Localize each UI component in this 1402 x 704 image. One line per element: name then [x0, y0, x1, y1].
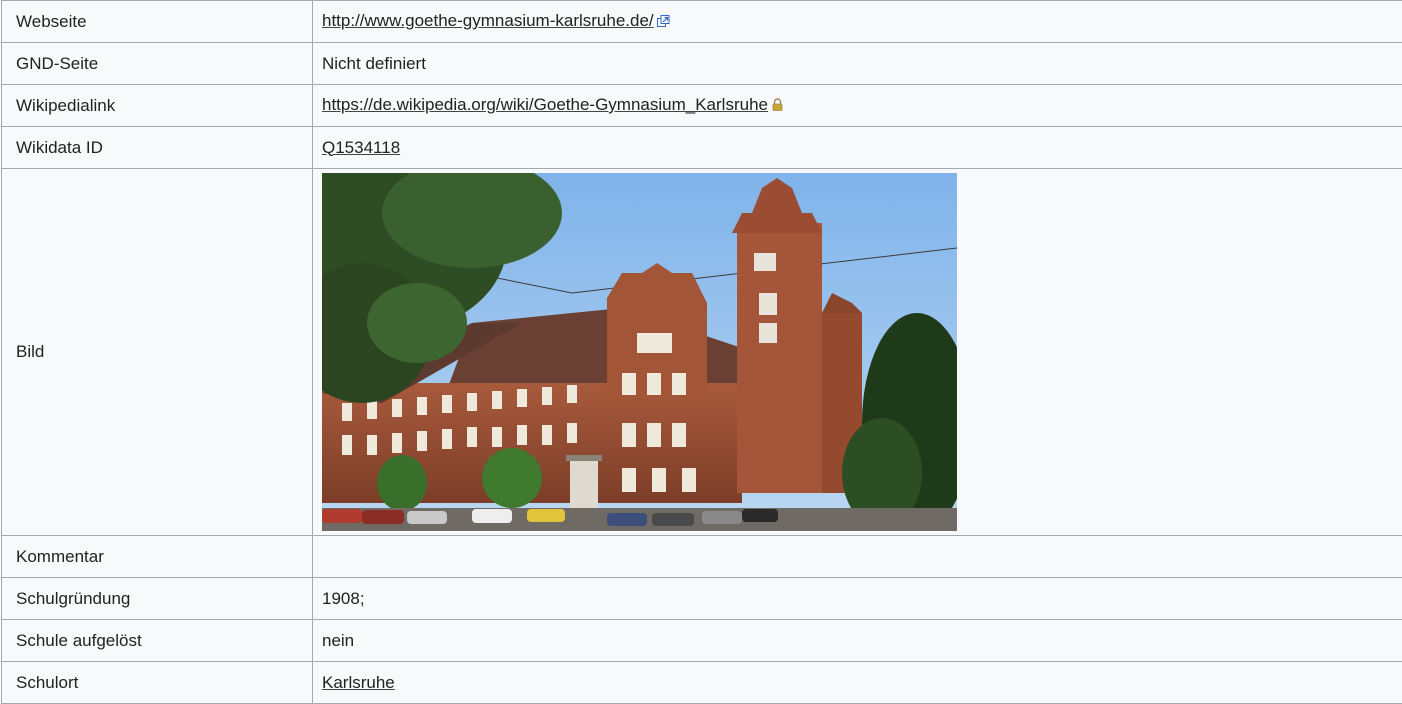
row-key-kommentar: Kommentar — [1, 535, 313, 578]
wikipedia-link[interactable]: https://de.wikipedia.org/wiki/Goethe-Gym… — [322, 95, 768, 114]
row-key-gnd: GND-Seite — [1, 42, 313, 85]
info-table: Webseite http://www.goethe-gymnasium-kar… — [1, 0, 1402, 704]
schulort-link[interactable]: Karlsruhe — [322, 673, 395, 692]
row-value-schulort: Karlsruhe — [312, 661, 1402, 704]
table-row: GND-Seite Nicht definiert — [1, 42, 1402, 85]
table-row: Schule aufgelöst nein — [1, 619, 1402, 662]
table-row: Kommentar — [1, 535, 1402, 578]
row-value-wikidata: Q1534118 — [312, 126, 1402, 169]
row-key-wikipedia: Wikipedialink — [1, 84, 313, 127]
lock-icon — [772, 96, 783, 116]
row-value-kommentar — [312, 535, 1402, 578]
row-value-aufgeloest: nein — [312, 619, 1402, 662]
wikidata-link[interactable]: Q1534118 — [322, 138, 400, 157]
table-row: Webseite http://www.goethe-gymnasium-kar… — [1, 0, 1402, 43]
external-link-icon — [656, 13, 670, 33]
row-key-schulort: Schulort — [1, 661, 313, 704]
website-link[interactable]: http://www.goethe-gymnasium-karlsruhe.de… — [322, 11, 654, 30]
row-key-webseite: Webseite — [1, 0, 313, 43]
row-value-bild — [312, 168, 1402, 536]
row-value-schulgruendung: 1908; — [312, 577, 1402, 620]
row-key-bild: Bild — [1, 168, 313, 536]
row-value-gnd: Nicht definiert — [312, 42, 1402, 85]
table-row: Schulort Karlsruhe — [1, 661, 1402, 704]
row-value-wikipedia: https://de.wikipedia.org/wiki/Goethe-Gym… — [312, 84, 1402, 127]
row-value-webseite: http://www.goethe-gymnasium-karlsruhe.de… — [312, 0, 1402, 43]
row-key-schulgruendung: Schulgründung — [1, 577, 313, 620]
building-photo[interactable] — [322, 173, 957, 531]
row-key-wikidata: Wikidata ID — [1, 126, 313, 169]
row-key-aufgeloest: Schule aufgelöst — [1, 619, 313, 662]
table-row: Wikipedialink https://de.wikipedia.org/w… — [1, 84, 1402, 127]
table-row: Schulgründung 1908; — [1, 577, 1402, 620]
table-row: Bild — [1, 168, 1402, 536]
table-row: Wikidata ID Q1534118 — [1, 126, 1402, 169]
